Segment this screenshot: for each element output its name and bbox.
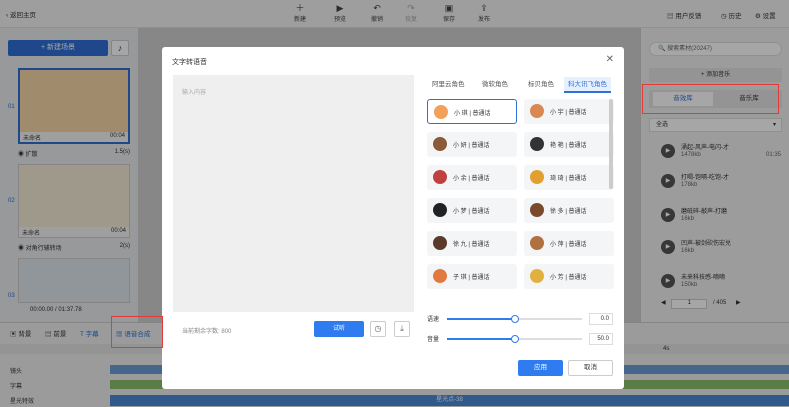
avatar — [530, 269, 544, 283]
avatar — [530, 236, 544, 250]
voice-option[interactable]: 小 芳 | 普通话 — [524, 264, 614, 289]
voice-name: 小 琪 | 普通话 — [454, 111, 491, 117]
volume-value[interactable]: 50.0 — [589, 333, 613, 345]
tab-iflytek[interactable]: 科大讯飞角色 — [564, 77, 611, 93]
voice-option[interactable]: 小 宇 | 普通话 — [524, 99, 614, 124]
highlight-box — [642, 84, 779, 114]
speed-value[interactable]: 0.0 — [589, 313, 613, 325]
voice-option[interactable]: 琦 琦 | 普通话 — [524, 165, 614, 190]
avatar — [530, 137, 544, 151]
download-icon[interactable]: ⤓ — [394, 321, 410, 337]
voice-option[interactable]: 小 梦 | 普通话 — [427, 198, 517, 223]
voice-option[interactable]: 小 妍 | 普通话 — [427, 132, 517, 157]
voice-name: 艳 艳 | 普通话 — [550, 143, 587, 149]
voice-name: 小 芳 | 普通话 — [550, 275, 587, 281]
voice-option[interactable]: 徐 多 | 普通话 — [524, 198, 614, 223]
volume-slider-fill — [447, 338, 515, 340]
voice-name: 琦 琦 | 普通话 — [550, 176, 587, 182]
volume-label: 音量 — [427, 337, 440, 343]
voice-name: 小 宇 | 普通话 — [550, 110, 587, 116]
close-icon[interactable]: ✕ — [606, 54, 614, 65]
tab-biaobei[interactable]: 标贝角色 — [524, 77, 558, 93]
voice-name: 小 萍 | 普通话 — [550, 242, 587, 248]
voice-name: 小 妍 | 普通话 — [453, 143, 490, 149]
listen-button[interactable]: 试听 — [314, 321, 364, 337]
voice-option[interactable]: 徐 九 | 普通话 — [427, 231, 517, 256]
voice-option[interactable]: 小 余 | 普通话 — [427, 165, 517, 190]
avatar — [433, 269, 447, 283]
avatar — [434, 105, 448, 119]
history-icon[interactable]: ◷ — [370, 321, 386, 337]
speed-slider-knob[interactable] — [510, 315, 519, 323]
avatar — [433, 170, 447, 184]
tts-dialog: 文字转语音 ✕ 输入内容 当前剩余字数: 800 试听 ◷ ⤓ 阿里云角色 微软… — [162, 47, 624, 389]
voice-name: 小 余 | 普通话 — [453, 176, 490, 182]
avatar — [530, 203, 544, 217]
speed-slider[interactable] — [447, 315, 582, 323]
voice-name: 徐 九 | 普通话 — [453, 242, 490, 248]
voice-option[interactable]: 子 琪 | 普通话 — [427, 264, 517, 289]
avatar — [433, 203, 447, 217]
voice-option[interactable]: 小 萍 | 普通话 — [524, 231, 614, 256]
avatar — [433, 137, 447, 151]
avatar — [530, 104, 544, 118]
voice-name: 小 梦 | 普通话 — [453, 209, 490, 215]
voice-option[interactable]: 艳 艳 | 普通话 — [524, 132, 614, 157]
voice-scrollbar[interactable] — [609, 99, 613, 189]
voice-option[interactable]: 小 琪 | 普通话 — [427, 99, 517, 124]
char-count: 当前剩余字数: 800 — [182, 329, 232, 335]
volume-slider[interactable] — [447, 335, 582, 343]
cancel-button[interactable]: 取消 — [568, 360, 613, 376]
voice-name: 徐 多 | 普通话 — [550, 209, 587, 215]
tab-microsoft[interactable]: 微软角色 — [478, 77, 512, 93]
apply-button[interactable]: 应用 — [518, 360, 563, 376]
avatar — [433, 236, 447, 250]
speed-label: 语速 — [427, 317, 440, 323]
dialog-title: 文字转语音 — [172, 59, 207, 66]
speed-slider-fill — [447, 318, 515, 320]
tab-aliyun[interactable]: 阿里云角色 — [428, 77, 469, 93]
tts-text-input[interactable] — [173, 75, 414, 312]
volume-slider-knob[interactable] — [510, 335, 519, 343]
avatar — [530, 170, 544, 184]
text-input-placeholder: 输入内容 — [182, 90, 207, 96]
highlight-box — [111, 316, 163, 348]
voice-name: 子 琪 | 普通话 — [453, 275, 490, 281]
